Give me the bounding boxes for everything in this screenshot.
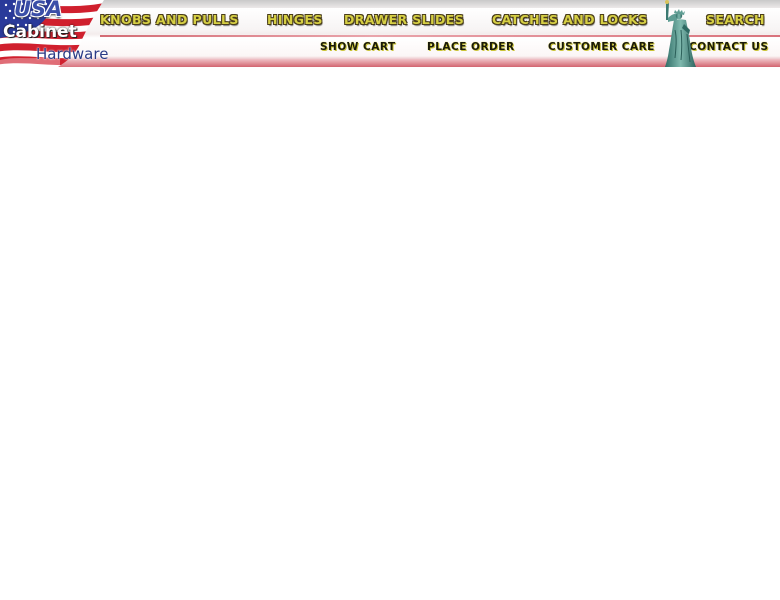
statue-of-liberty-icon — [665, 0, 696, 67]
logo-usa-text: USA — [14, 0, 63, 21]
nav-show-cart[interactable]: SHOW CART — [320, 41, 396, 55]
logo-cabinet-text: Cabinet — [3, 22, 77, 42]
page-content — [0, 67, 780, 600]
nav-knobs-and-pulls[interactable]: KNOBS AND PULLS — [100, 12, 239, 30]
logo-hardware-text: Hardware — [36, 45, 109, 63]
nav-drawer-slides[interactable]: DRAWER SLIDES — [344, 12, 464, 30]
nav-customer-care[interactable]: CUSTOMER CARE — [548, 41, 655, 55]
nav-contact-us[interactable]: CONTACT US — [689, 41, 769, 55]
nav-place-order[interactable]: PLACE ORDER — [427, 41, 515, 55]
nav-hinges[interactable]: HINGES — [267, 12, 323, 30]
nav-catches-and-locks[interactable]: CATCHES AND LOCKS — [492, 12, 648, 30]
nav-search[interactable]: SEARCH — [706, 12, 765, 30]
site-header: USA Cabinet Hardware KNOBS AND PULLS HIN… — [0, 0, 780, 67]
site-logo[interactable]: USA Cabinet Hardware — [0, 0, 122, 67]
